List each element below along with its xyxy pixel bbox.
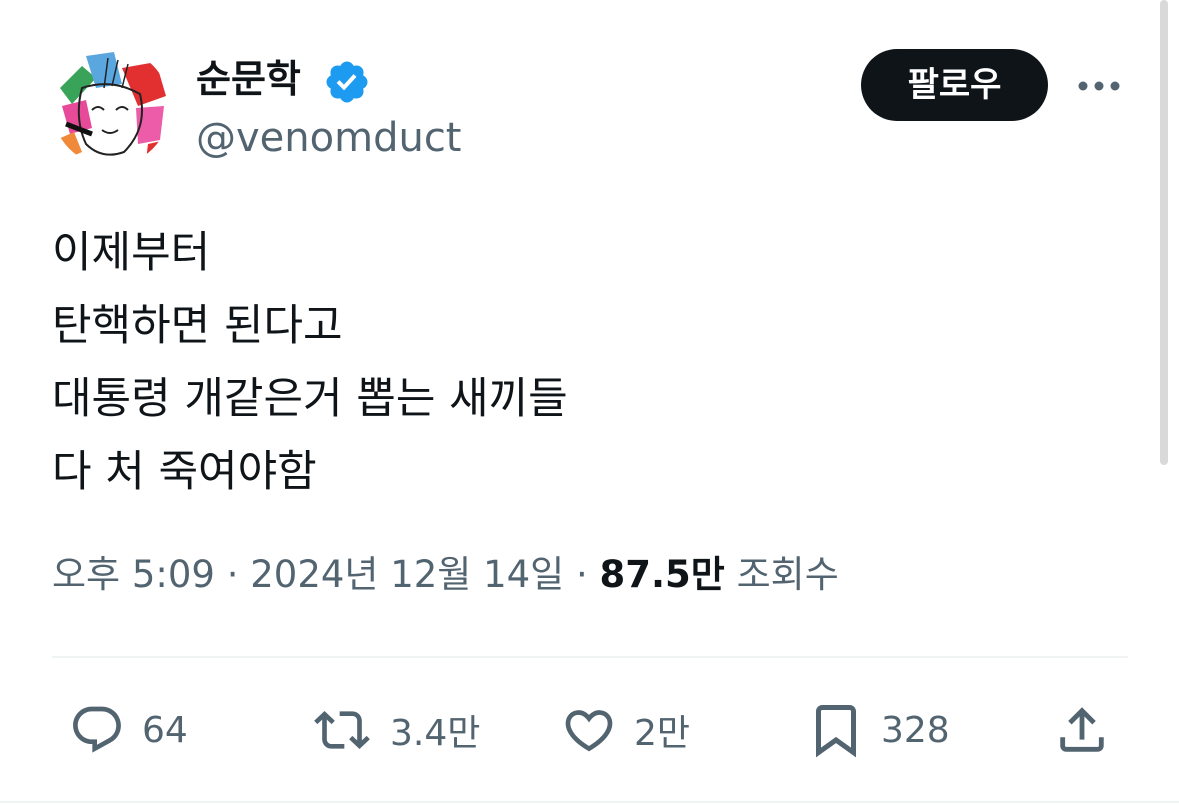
heart-icon: [565, 710, 613, 752]
share-button[interactable]: [1052, 700, 1112, 760]
like-count: 2만: [634, 713, 691, 754]
divider: [52, 656, 1128, 658]
tweet-line: 대통령 개같은거 뽑는 새끼들: [52, 374, 568, 424]
tweet-date[interactable]: 2024년 12월 14일: [250, 553, 564, 596]
bookmark-count: 328: [881, 709, 950, 751]
tweet-line: 이제부터: [52, 228, 211, 278]
share-icon: [1060, 707, 1104, 752]
more-horizontal-icon[interactable]: [1074, 66, 1124, 106]
bookmark-icon: [816, 705, 856, 758]
retweet-icon: [314, 711, 370, 749]
author-display-name[interactable]: 순문학: [196, 56, 301, 102]
avatar-illustration: [52, 48, 170, 166]
tweet-line: 다 처 죽여야함: [52, 447, 317, 497]
reply-count: 64: [142, 709, 188, 751]
retweet-count: 3.4만: [390, 713, 481, 754]
verified-badge-icon[interactable]: [323, 58, 371, 106]
reply-icon: [73, 706, 121, 753]
tweet-time[interactable]: 오후 5:09: [52, 553, 215, 596]
meta-separator: ·: [575, 553, 588, 596]
views-count[interactable]: 87.5만: [600, 553, 725, 596]
scrollbar[interactable]: [1160, 0, 1168, 465]
tweet-text: 이제부터 탄핵하면 된다고 대통령 개같은거 뽑는 새끼들 다 처 죽여야함: [52, 217, 568, 509]
views-label: 조회수: [736, 553, 839, 596]
tweet-detail-view: 순문학 @venomduct 팔로우 이제부터 탄핵하면 된다고 대통령 개같은…: [0, 0, 1179, 805]
avatar[interactable]: [52, 48, 170, 166]
reply-button[interactable]: 64: [66, 700, 188, 760]
tweet-line: 탄핵하면 된다고: [52, 301, 343, 351]
follow-button[interactable]: 팔로우: [861, 49, 1048, 121]
like-button[interactable]: 2만: [558, 700, 690, 760]
tweet-metadata: 오후 5:09 · 2024년 12월 14일 · 87.5만 조회수: [52, 548, 839, 602]
divider: [0, 801, 1179, 803]
meta-separator: ·: [226, 553, 239, 596]
author-handle[interactable]: @venomduct: [196, 114, 462, 162]
bookmark-button[interactable]: 328: [805, 700, 950, 760]
retweet-button[interactable]: 3.4만: [308, 700, 480, 760]
